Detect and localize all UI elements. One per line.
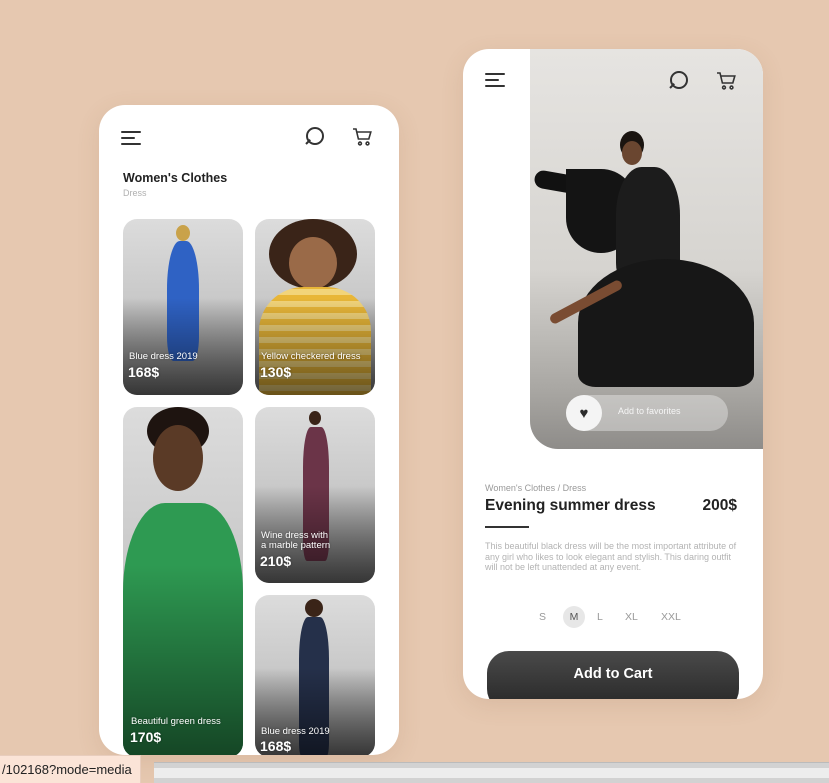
product-name: Blue dress 2019 bbox=[261, 726, 330, 737]
product-detail-screen: ♥ Add to favorites Women's Clothes / Dre… bbox=[463, 49, 763, 699]
size-option-xl[interactable]: XL bbox=[625, 606, 638, 628]
category-screen: Women's Clothes Dress Blue dress 2019 16… bbox=[99, 105, 399, 755]
product-card-blue-dress[interactable]: Blue dress 2019 168$ bbox=[123, 219, 243, 395]
product-card-yellow-dress[interactable]: Yellow checkered dress 130$ bbox=[255, 219, 375, 395]
product-name: Beautiful green dress bbox=[131, 716, 221, 727]
cart-icon[interactable] bbox=[352, 126, 374, 148]
product-price: 168$ bbox=[128, 364, 160, 380]
menu-icon[interactable] bbox=[121, 131, 143, 149]
add-to-favorites-button[interactable]: ♥ Add to favorites bbox=[566, 395, 728, 431]
search-icon[interactable] bbox=[669, 71, 690, 91]
category-title: Women's Clothes bbox=[123, 171, 228, 185]
size-selector: S M L XL XXL bbox=[533, 606, 703, 628]
product-name: Blue dress 2019 bbox=[129, 351, 198, 362]
product-description: This beautiful black dress will be the m… bbox=[485, 541, 737, 573]
size-option-l[interactable]: L bbox=[597, 606, 603, 628]
size-option-m[interactable]: M bbox=[563, 606, 585, 628]
product-card-wine-dress[interactable]: Wine dress with a marble pattern 210$ bbox=[255, 407, 375, 583]
product-price: 170$ bbox=[130, 729, 162, 745]
product-card-floral-dress[interactable]: Blue dress 2019 168$ bbox=[255, 595, 375, 755]
size-option-s[interactable]: S bbox=[539, 606, 546, 628]
heart-icon: ♥ bbox=[566, 395, 602, 431]
product-price: 210$ bbox=[260, 553, 292, 569]
status-url: /102168?mode=media bbox=[0, 755, 141, 783]
horizontal-scrollbar[interactable] bbox=[154, 762, 829, 783]
product-name: Wine dress with a marble pattern bbox=[261, 530, 331, 551]
add-to-cart-button[interactable]: Add to Cart bbox=[487, 651, 739, 699]
product-name: Yellow checkered dress bbox=[261, 351, 361, 362]
favorites-label: Add to favorites bbox=[618, 406, 681, 416]
category-subtitle: Dress bbox=[123, 188, 147, 198]
product-price: 168$ bbox=[260, 738, 292, 754]
product-price: 200$ bbox=[702, 497, 737, 514]
breadcrumb: Women's Clothes / Dress bbox=[485, 483, 587, 493]
product-hero-image: ♥ Add to favorites bbox=[530, 49, 763, 449]
product-price: 130$ bbox=[260, 364, 292, 380]
size-option-xxl[interactable]: XXL bbox=[661, 606, 681, 628]
product-title: Evening summer dress bbox=[485, 497, 656, 514]
cart-icon[interactable] bbox=[716, 70, 738, 92]
search-icon[interactable] bbox=[305, 127, 326, 147]
menu-icon[interactable] bbox=[485, 73, 507, 91]
title-underline bbox=[485, 526, 529, 528]
product-card-green-dress[interactable]: Beautiful green dress 170$ bbox=[123, 407, 243, 755]
